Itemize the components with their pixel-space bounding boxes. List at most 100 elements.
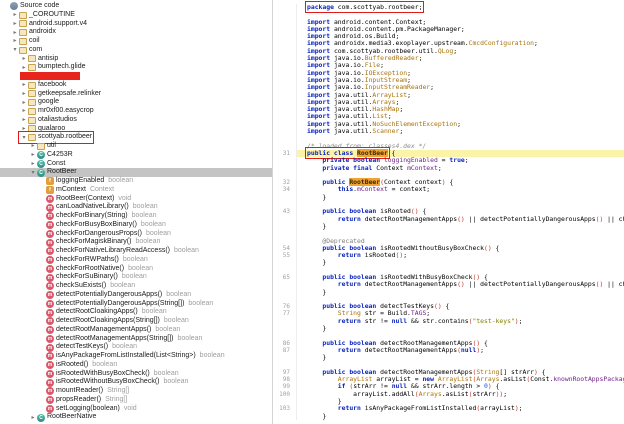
code-editor-panel: package com.scottyab.rootbeer; import and… xyxy=(273,0,624,424)
tree-item-detectrootmanagementapps[interactable]: m detectRootManagementApps() boolean xyxy=(0,326,272,335)
tree-item-type-suffix: boolean xyxy=(163,378,189,386)
tree-item-isanypackagefromlistinstalled-list-string[interactable]: m isAnyPackageFromListInstalled(List<Stri… xyxy=(0,352,272,361)
tree-item-com[interactable]: ▾ com xyxy=(0,46,272,55)
tree-item-qualaroo[interactable]: ▸ qualaroo xyxy=(0,125,272,134)
tree-item-isrooted[interactable]: m isRooted() boolean xyxy=(0,361,272,370)
chevron-right-icon[interactable]: ▸ xyxy=(20,64,28,72)
chevron-right-icon[interactable]: ▸ xyxy=(29,142,37,150)
chevron-right-icon[interactable]: ▸ xyxy=(20,90,28,98)
chevron-right-icon[interactable]: ▸ xyxy=(29,414,37,422)
tree-item-checkfordangerousprops[interactable]: m checkForDangerousProps() boolean xyxy=(0,230,272,239)
code-text: import java.util.Scanner; xyxy=(297,127,624,135)
tree-item-rootbeer[interactable]: ▾ C RootBeer xyxy=(0,168,272,177)
chevron-right-icon[interactable]: ▸ xyxy=(20,107,28,115)
code-text: } xyxy=(297,324,624,332)
chevron-right-icon[interactable]: ▸ xyxy=(29,160,37,168)
code-token: ; xyxy=(503,389,508,398)
code-token: && str.contains xyxy=(407,316,469,325)
line-number xyxy=(273,11,297,19)
tree-item-checkforbinary-string[interactable]: m checkForBinary(String) boolean xyxy=(0,212,272,221)
tree-item-detectrootmanagementapps-string[interactable]: m detectRootManagementApps(String[]) boole… xyxy=(0,335,272,344)
chevron-down-icon[interactable]: ▾ xyxy=(20,134,28,142)
code-line[interactable]: } xyxy=(273,411,624,420)
code-token: } xyxy=(307,353,327,362)
tree-item-util[interactable]: ▸ util xyxy=(0,142,272,151)
tree-item-detecttestkeys[interactable]: m detectTestKeys() boolean xyxy=(0,343,272,352)
code-token: ; xyxy=(518,316,523,325)
line-number xyxy=(273,91,297,99)
chevron-down-icon[interactable]: ▾ xyxy=(11,46,19,54)
chevron-right-icon[interactable]: ▸ xyxy=(11,29,19,37)
tree-item-mountreader[interactable]: m mountReader() String[] xyxy=(0,387,272,396)
tree-item-detectpotentiallydangerousapps[interactable]: m detectPotentiallyDangerousApps() boolean xyxy=(0,291,272,300)
tree-item-detectpotentiallydangerousapps-string[interactable]: m detectPotentiallyDangerousApps(String[]… xyxy=(0,300,272,309)
tree-item-canloadnativelibrary[interactable]: m canLoadNativeLibrary() boolean xyxy=(0,203,272,212)
tree-item-detectrootcloakingapps-string[interactable]: m detectRootCloakingApps(String[]) boolean xyxy=(0,317,272,326)
tree-item-checkforrwpaths[interactable]: m checkForRWPaths() boolean xyxy=(0,256,272,265)
line-number: 97 xyxy=(273,368,297,377)
code-line[interactable]: } xyxy=(273,288,624,296)
tree-item-checkforsubinary[interactable]: m checkForSuBinary() boolean xyxy=(0,273,272,282)
tree-item-facebook[interactable]: ▸ facebook xyxy=(0,81,272,90)
chevron-right-icon[interactable]: ▸ xyxy=(20,55,28,63)
line-number: 103 xyxy=(273,405,297,413)
chevron-right-icon[interactable]: ▸ xyxy=(11,37,19,45)
code-line[interactable]: } xyxy=(273,324,624,333)
tree-item-setlogging-boolean[interactable]: m setLogging(boolean) void xyxy=(0,405,272,414)
chevron-right-icon[interactable]: ▸ xyxy=(20,99,28,107)
tree-item-detectrootcloakingapps[interactable]: m detectRootCloakingApps() boolean xyxy=(0,308,272,317)
line-number: 31 xyxy=(273,149,297,158)
code-line[interactable]: } xyxy=(273,353,624,362)
code-token: .asList xyxy=(499,375,527,384)
chevron-right-icon[interactable]: ▸ xyxy=(11,11,19,19)
tree-item-otaliastudios[interactable]: ▸ otaliastudios xyxy=(0,116,272,125)
tree-item-rootbeernative[interactable]: ▸ C RootBeerNative xyxy=(0,413,272,422)
tree-item-label: _COROUTINE xyxy=(29,10,75,18)
code-token: } xyxy=(307,411,327,420)
code-token: { xyxy=(445,178,454,187)
tree-item-label: scottyab.rootbeer xyxy=(38,133,93,141)
tree-item-checkforbusyboxbinary[interactable]: m checkForBusyBoxBinary() boolean xyxy=(0,221,272,230)
tree-item-rootbeer-context[interactable]: m RootBeer(Context) void xyxy=(0,195,272,204)
tree-item-scottyab-rootbeer[interactable]: ▾ scottyab.rootbeer xyxy=(0,131,272,144)
tree-item-android-support-v4[interactable]: ▸ android.support.v4 xyxy=(0,20,272,29)
tree-item-getkeepsafe-relinker[interactable]: ▸ getkeepsafe.relinker xyxy=(0,90,272,99)
tree-item-checkformagiskbinary[interactable]: m checkForMagiskBinary() boolean xyxy=(0,238,272,247)
code-line[interactable]: } xyxy=(273,259,624,267)
tree-item-bumptech-glide[interactable]: ▸ bumptech.glide xyxy=(0,63,272,72)
code-line[interactable]: } xyxy=(273,193,624,202)
tree-item-label: otaliastudios xyxy=(38,115,77,123)
tree-item-androidx[interactable]: ▸ androidx xyxy=(0,28,272,37)
code-line[interactable]: } xyxy=(273,222,624,231)
tree-item-checksuexists[interactable]: m checkSuExists() boolean xyxy=(0,282,272,291)
tree-item-mr0xf00-easycrop[interactable]: ▸ mr0xf00.easycrop xyxy=(0,107,272,116)
tree-item-google[interactable]: ▸ google xyxy=(0,98,272,107)
code-token: || detectPotentiallyDangerousApps xyxy=(464,280,596,289)
tree-item-isrootedwithbusyboxcheck[interactable]: m isRootedWithBusyBoxCheck() boolean xyxy=(0,370,272,379)
chevron-right-icon[interactable]: ▸ xyxy=(20,125,28,133)
tree-item-checkforrootnative[interactable]: m checkForRootNative() boolean xyxy=(0,265,272,274)
tree-item-c4253r[interactable]: ▸ C C4253R xyxy=(0,151,272,160)
tree-item-loggingenabled[interactable]: f loggingEnabled boolean xyxy=(0,177,272,186)
tree-item-propsreader[interactable]: m propsReader() String[] xyxy=(0,396,272,405)
chevron-right-icon[interactable]: ▸ xyxy=(20,81,28,89)
method-icon: m xyxy=(46,203,54,212)
tree-item-const[interactable]: ▸ C Const xyxy=(0,160,272,169)
tree-item-source-code[interactable]: Source code xyxy=(0,2,272,11)
tree-item-antisip[interactable]: ▸ antisip xyxy=(0,55,272,64)
code-token: ; xyxy=(480,345,485,354)
chevron-right-icon[interactable]: ▸ xyxy=(11,20,19,28)
tree-item-coroutine[interactable]: ▸ _COROUTINE xyxy=(0,11,272,20)
tree-item-mcontext[interactable]: f mContext Context xyxy=(0,186,272,195)
package-icon xyxy=(28,99,36,107)
chevron-right-icon[interactable]: ▸ xyxy=(29,151,37,159)
code-line[interactable]: private final Context mContext; xyxy=(273,164,624,172)
chevron-right-icon[interactable]: ▸ xyxy=(20,116,28,124)
chevron-down-icon[interactable]: ▾ xyxy=(29,169,37,177)
tree-item-redacted[interactable] xyxy=(0,72,272,81)
code-line[interactable]: import java.util.Scanner; xyxy=(273,127,624,136)
tree-item-checkfornativelibraryreadaccess[interactable]: m checkForNativeLibraryReadAccess() boolea… xyxy=(0,247,272,256)
tree-item-isrootedwithoutbusyboxcheck[interactable]: m isRootedWithoutBusyBoxCheck() boolean xyxy=(0,378,272,387)
code-line[interactable]: package com.scottyab.rootbeer; xyxy=(273,1,624,13)
tree-item-coil[interactable]: ▸ coil xyxy=(0,37,272,46)
